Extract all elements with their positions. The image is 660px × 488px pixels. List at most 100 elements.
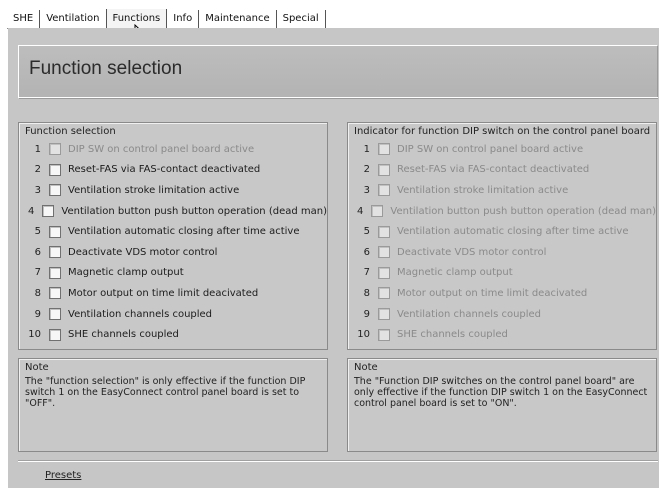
function-number: 9 xyxy=(363,308,370,320)
checkbox-row: 1 DIP SW on control panel board active xyxy=(19,139,327,160)
function-checkbox[interactable] xyxy=(49,246,61,259)
function-number: 5 xyxy=(34,226,41,238)
tab-special[interactable]: Special xyxy=(276,10,326,28)
checkbox-row: 1 DIP SW on control panel board active xyxy=(348,139,656,160)
checkbox-row: 5 Ventilation automatic closing after tim… xyxy=(348,221,656,242)
function-label: Ventilation channels coupled xyxy=(397,308,542,320)
function-checkbox xyxy=(378,184,390,197)
group-title: Indicator for function DIP switch on the… xyxy=(354,126,651,137)
function-checkbox xyxy=(378,143,390,156)
function-number: 3 xyxy=(363,184,370,196)
function-checkbox xyxy=(378,163,390,176)
function-label: DIP SW on control panel board active xyxy=(397,143,584,155)
function-label: Deactivate VDS motor control xyxy=(68,246,218,258)
function-label: Reset-FAS via FAS-contact deactivated xyxy=(68,164,261,176)
functions-panel: Function selection Function selection 1 D… xyxy=(8,28,659,488)
checkbox-row: 5 Ventilation automatic closing after tim… xyxy=(19,221,327,242)
tab-strip: SHE Ventilation Functions Info Maintenan… xyxy=(7,9,653,29)
function-label: Ventilation stroke limitation active xyxy=(397,184,569,196)
checkbox-row: 7 Magnetic clamp output xyxy=(19,263,327,284)
function-checkbox[interactable] xyxy=(49,287,61,300)
function-number: 1 xyxy=(34,143,41,155)
function-label: Motor output on time limit deacivated xyxy=(397,287,588,299)
function-checkbox[interactable] xyxy=(42,205,55,218)
checkbox-row: 7 Magnetic clamp output xyxy=(348,263,656,284)
function-number: 2 xyxy=(34,164,41,176)
dip-indicator-group: Indicator for function DIP switch on the… xyxy=(347,122,657,350)
tab-she[interactable]: SHE xyxy=(7,10,41,28)
function-number: 9 xyxy=(34,308,41,320)
tab-maintenance[interactable]: Maintenance xyxy=(199,10,277,28)
function-number: 10 xyxy=(357,329,370,341)
function-checkbox xyxy=(49,143,61,156)
function-label: SHE channels coupled xyxy=(68,329,179,341)
checkbox-row: 3 Ventilation stroke limitation active xyxy=(19,180,327,201)
function-selection-list: 1 DIP SW on control panel board active 2 Re… xyxy=(19,139,327,345)
checkbox-row: 6 Deactivate VDS motor control xyxy=(19,242,327,263)
tab-ventilation[interactable]: Ventilation xyxy=(40,10,107,28)
function-label: Ventilation automatic closing after time… xyxy=(397,226,629,238)
checkbox-row: 10 SHE channels coupled xyxy=(348,324,656,345)
page-title: Function selection xyxy=(29,58,183,79)
presets-link[interactable]: Presets xyxy=(45,470,81,481)
tab-info[interactable]: Info xyxy=(167,10,200,28)
function-checkbox xyxy=(371,205,384,218)
function-checkbox[interactable] xyxy=(49,308,61,321)
function-checkbox xyxy=(378,266,390,279)
function-number: 4 xyxy=(357,205,364,217)
function-checkbox xyxy=(378,328,390,341)
checkbox-row: 6 Deactivate VDS motor control xyxy=(348,242,656,263)
function-label: Ventilation stroke limitation active xyxy=(68,184,240,196)
function-number: 7 xyxy=(363,267,370,279)
function-label: Magnetic clamp output xyxy=(397,267,513,279)
function-checkbox xyxy=(378,225,390,238)
function-label: Ventilation button push button operation… xyxy=(390,205,656,217)
function-number: 6 xyxy=(363,246,370,258)
function-checkbox[interactable] xyxy=(49,184,61,197)
function-label: Deactivate VDS motor control xyxy=(397,246,547,258)
note-text: The "function selection" is only effecti… xyxy=(25,376,306,409)
function-checkbox[interactable] xyxy=(49,266,61,279)
checkbox-row: 2 Reset-FAS via FAS-contact deactivated xyxy=(19,160,327,181)
function-label: Motor output on time limit deacivated xyxy=(68,287,259,299)
checkbox-row: 8 Motor output on time limit deacivated xyxy=(19,283,327,304)
function-selection-group: Function selection 1 DIP SW on control pa… xyxy=(18,122,328,350)
checkbox-row: 4 Ventilation button push button operatio… xyxy=(19,201,327,222)
title-bar: Function selection xyxy=(18,45,658,99)
checkbox-row: 4 Ventilation button push button operatio… xyxy=(348,201,656,222)
checkbox-row: 9 Ventilation channels coupled xyxy=(348,304,656,325)
note-title: Note xyxy=(354,362,378,373)
dip-indicator-list: 1 DIP SW on control panel board active 2 Re… xyxy=(348,139,656,345)
function-checkbox[interactable] xyxy=(49,328,61,341)
function-label: Magnetic clamp output xyxy=(68,267,184,279)
function-checkbox[interactable] xyxy=(49,163,61,176)
function-number: 10 xyxy=(28,329,41,341)
function-label: SHE channels coupled xyxy=(397,329,508,341)
function-number: 2 xyxy=(363,164,370,176)
function-number: 8 xyxy=(34,287,41,299)
function-label: Ventilation button push button operation… xyxy=(61,205,327,217)
group-title: Function selection xyxy=(25,126,116,137)
note-text: The "Function DIP switches on the contro… xyxy=(354,376,648,409)
function-label: Reset-FAS via FAS-contact deactivated xyxy=(397,164,590,176)
function-number: 1 xyxy=(363,143,370,155)
note-left: Note The "function selection" is only ef… xyxy=(18,358,328,452)
checkbox-row: 8 Motor output on time limit deacivated xyxy=(348,283,656,304)
application-window: SHE Ventilation Functions Info Maintenan… xyxy=(0,0,660,488)
function-number: 5 xyxy=(363,226,370,238)
function-number: 6 xyxy=(34,246,41,258)
function-label: DIP SW on control panel board active xyxy=(68,143,255,155)
function-checkbox xyxy=(378,287,390,300)
function-checkbox xyxy=(378,308,390,321)
function-number: 8 xyxy=(363,287,370,299)
checkbox-row: 9 Ventilation channels coupled xyxy=(19,304,327,325)
note-right: Note The "Function DIP switches on the c… xyxy=(347,358,657,452)
function-number: 7 xyxy=(34,267,41,279)
divider xyxy=(18,460,658,462)
function-checkbox xyxy=(378,246,390,259)
function-label: Ventilation channels coupled xyxy=(68,308,213,320)
checkbox-row: 3 Ventilation stroke limitation active xyxy=(348,180,656,201)
function-checkbox[interactable] xyxy=(49,225,61,238)
divider xyxy=(18,97,658,98)
note-title: Note xyxy=(25,362,49,373)
